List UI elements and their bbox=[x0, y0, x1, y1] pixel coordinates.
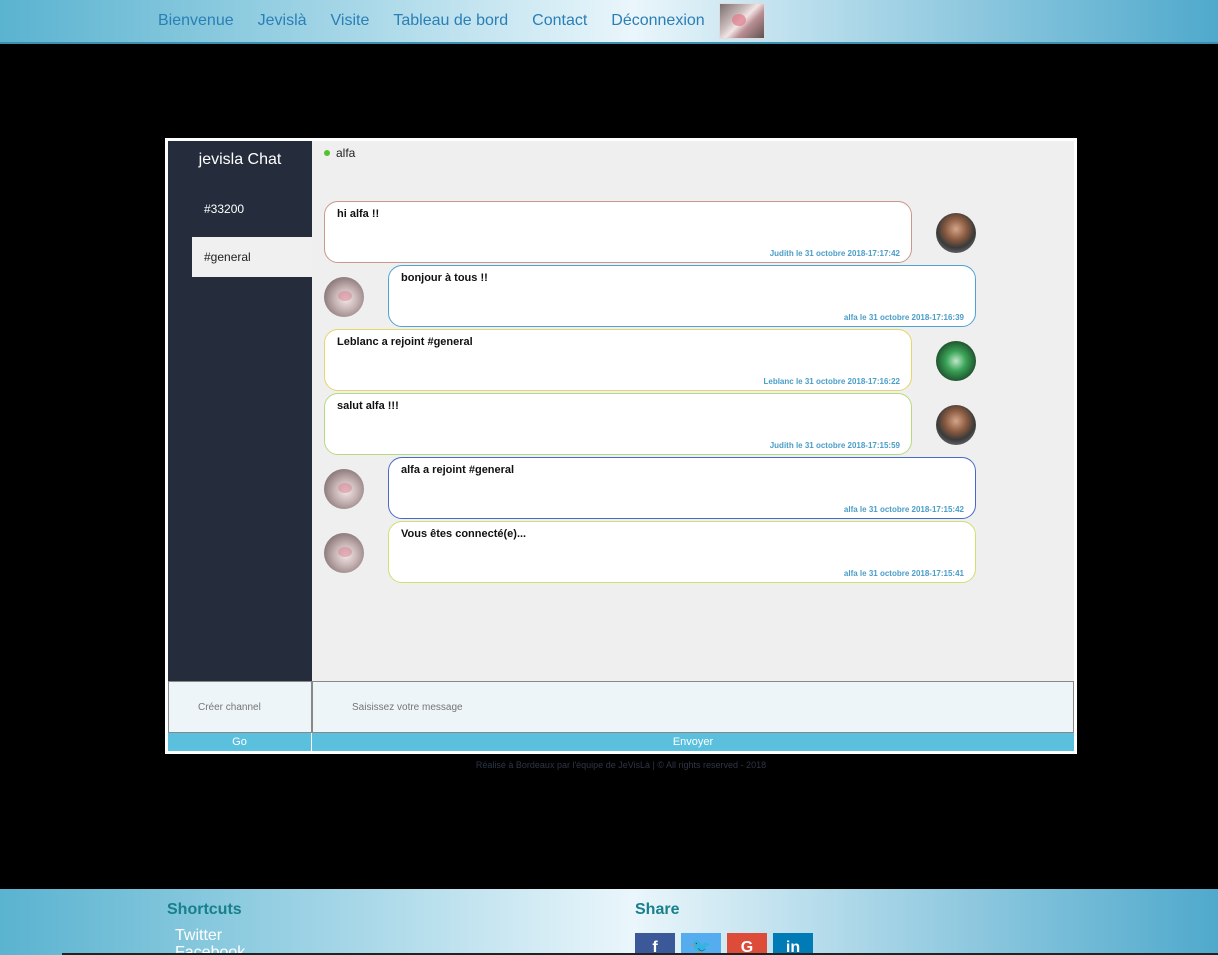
message-text: Vous êtes connecté(e)... bbox=[401, 528, 527, 540]
message-text: bonjour à tous !! bbox=[401, 272, 488, 284]
nav-tableau-de-bord[interactable]: Tableau de bord bbox=[393, 12, 508, 30]
nav-visite[interactable]: Visite bbox=[331, 12, 370, 30]
user-avatar-icon[interactable] bbox=[718, 3, 765, 39]
message-meta: Leblanc le 31 octobre 2018-17:16:22 bbox=[763, 377, 900, 386]
avatar-judith bbox=[936, 405, 976, 445]
avatar-judith bbox=[936, 213, 976, 253]
google-plus-icon[interactable]: G bbox=[727, 933, 767, 955]
twitter-icon[interactable]: 🐦 bbox=[681, 933, 721, 955]
chat-message: Vous êtes connecté(e)... alfa le 31 octo… bbox=[388, 521, 976, 583]
chat-title: jevisla Chat bbox=[198, 151, 282, 168]
chat-messages-area: alfa hi alfa !! Judith le 31 octobre 201… bbox=[312, 141, 1074, 681]
message-meta: alfa le 31 octobre 2018-17:15:42 bbox=[843, 505, 964, 514]
chat-panel: jevisla Chat #33200 #general alfa hi alf… bbox=[165, 138, 1077, 754]
nav-bienvenue[interactable]: Bienvenue bbox=[158, 12, 234, 30]
message-text: Leblanc a rejoint #general bbox=[337, 336, 473, 348]
footer: Shortcuts Twitter Facebook Share f 🐦 G i… bbox=[0, 889, 1218, 955]
chat-message: alfa a rejoint #general alfa le 31 octob… bbox=[388, 457, 976, 519]
chat-message: bonjour à tous !! alfa le 31 octobre 201… bbox=[388, 265, 976, 327]
nav-contact[interactable]: Contact bbox=[532, 12, 587, 30]
avatar-alfa bbox=[324, 277, 364, 317]
shortcuts-title: Shortcuts bbox=[167, 901, 242, 918]
channel-general[interactable]: #general bbox=[192, 237, 312, 277]
chat-message: hi alfa !! Judith le 31 octobre 2018-17:… bbox=[324, 201, 912, 263]
message-text: salut alfa !!! bbox=[337, 400, 399, 412]
shortcut-twitter[interactable]: Twitter bbox=[175, 927, 245, 944]
online-user-name: alfa bbox=[336, 146, 356, 160]
send-button[interactable]: Envoyer bbox=[312, 733, 1074, 751]
linkedin-icon[interactable]: in bbox=[773, 933, 813, 955]
facebook-icon[interactable]: f bbox=[635, 933, 675, 955]
online-status-icon bbox=[324, 150, 330, 156]
message-meta: alfa le 31 octobre 2018-17:15:41 bbox=[843, 569, 964, 578]
message-meta: Judith le 31 octobre 2018-17:15:59 bbox=[769, 441, 900, 450]
create-channel-input[interactable] bbox=[168, 681, 312, 733]
chat-message: salut alfa !!! Judith le 31 octobre 2018… bbox=[324, 393, 912, 455]
go-button[interactable]: Go bbox=[168, 733, 311, 751]
avatar-leblanc bbox=[936, 341, 976, 381]
share-title: Share bbox=[635, 901, 680, 918]
message-meta: alfa le 31 octobre 2018-17:16:39 bbox=[843, 313, 964, 322]
share-buttons: f 🐦 G in bbox=[635, 933, 819, 955]
channel-33200[interactable]: #33200 bbox=[192, 189, 312, 229]
chat-message: Leblanc a rejoint #general Leblanc le 31… bbox=[324, 329, 912, 391]
main-nav: Bienvenue Jevislà Visite Tableau de bord… bbox=[158, 0, 765, 42]
nav-jevisla[interactable]: Jevislà bbox=[258, 12, 307, 30]
button-row: Go Envoyer bbox=[168, 733, 1074, 751]
input-row bbox=[168, 681, 1074, 733]
avatar-alfa bbox=[324, 469, 364, 509]
message-meta: Judith le 31 octobre 2018-17:17:42 bbox=[769, 249, 900, 258]
avatar-alfa bbox=[324, 533, 364, 573]
message-text: alfa a rejoint #general bbox=[401, 464, 515, 476]
top-navbar: Bienvenue Jevislà Visite Tableau de bord… bbox=[0, 0, 1218, 44]
nav-deconnexion[interactable]: Déconnexion bbox=[611, 12, 704, 30]
chat-sidebar: jevisla Chat #33200 #general bbox=[168, 141, 312, 681]
credit-text: Réalisé à Bordeaux par l'équipe de JeVis… bbox=[475, 760, 767, 770]
message-input[interactable] bbox=[312, 681, 1074, 733]
message-text: hi alfa !! bbox=[337, 208, 380, 220]
shortcuts-list: Twitter Facebook bbox=[175, 927, 245, 955]
